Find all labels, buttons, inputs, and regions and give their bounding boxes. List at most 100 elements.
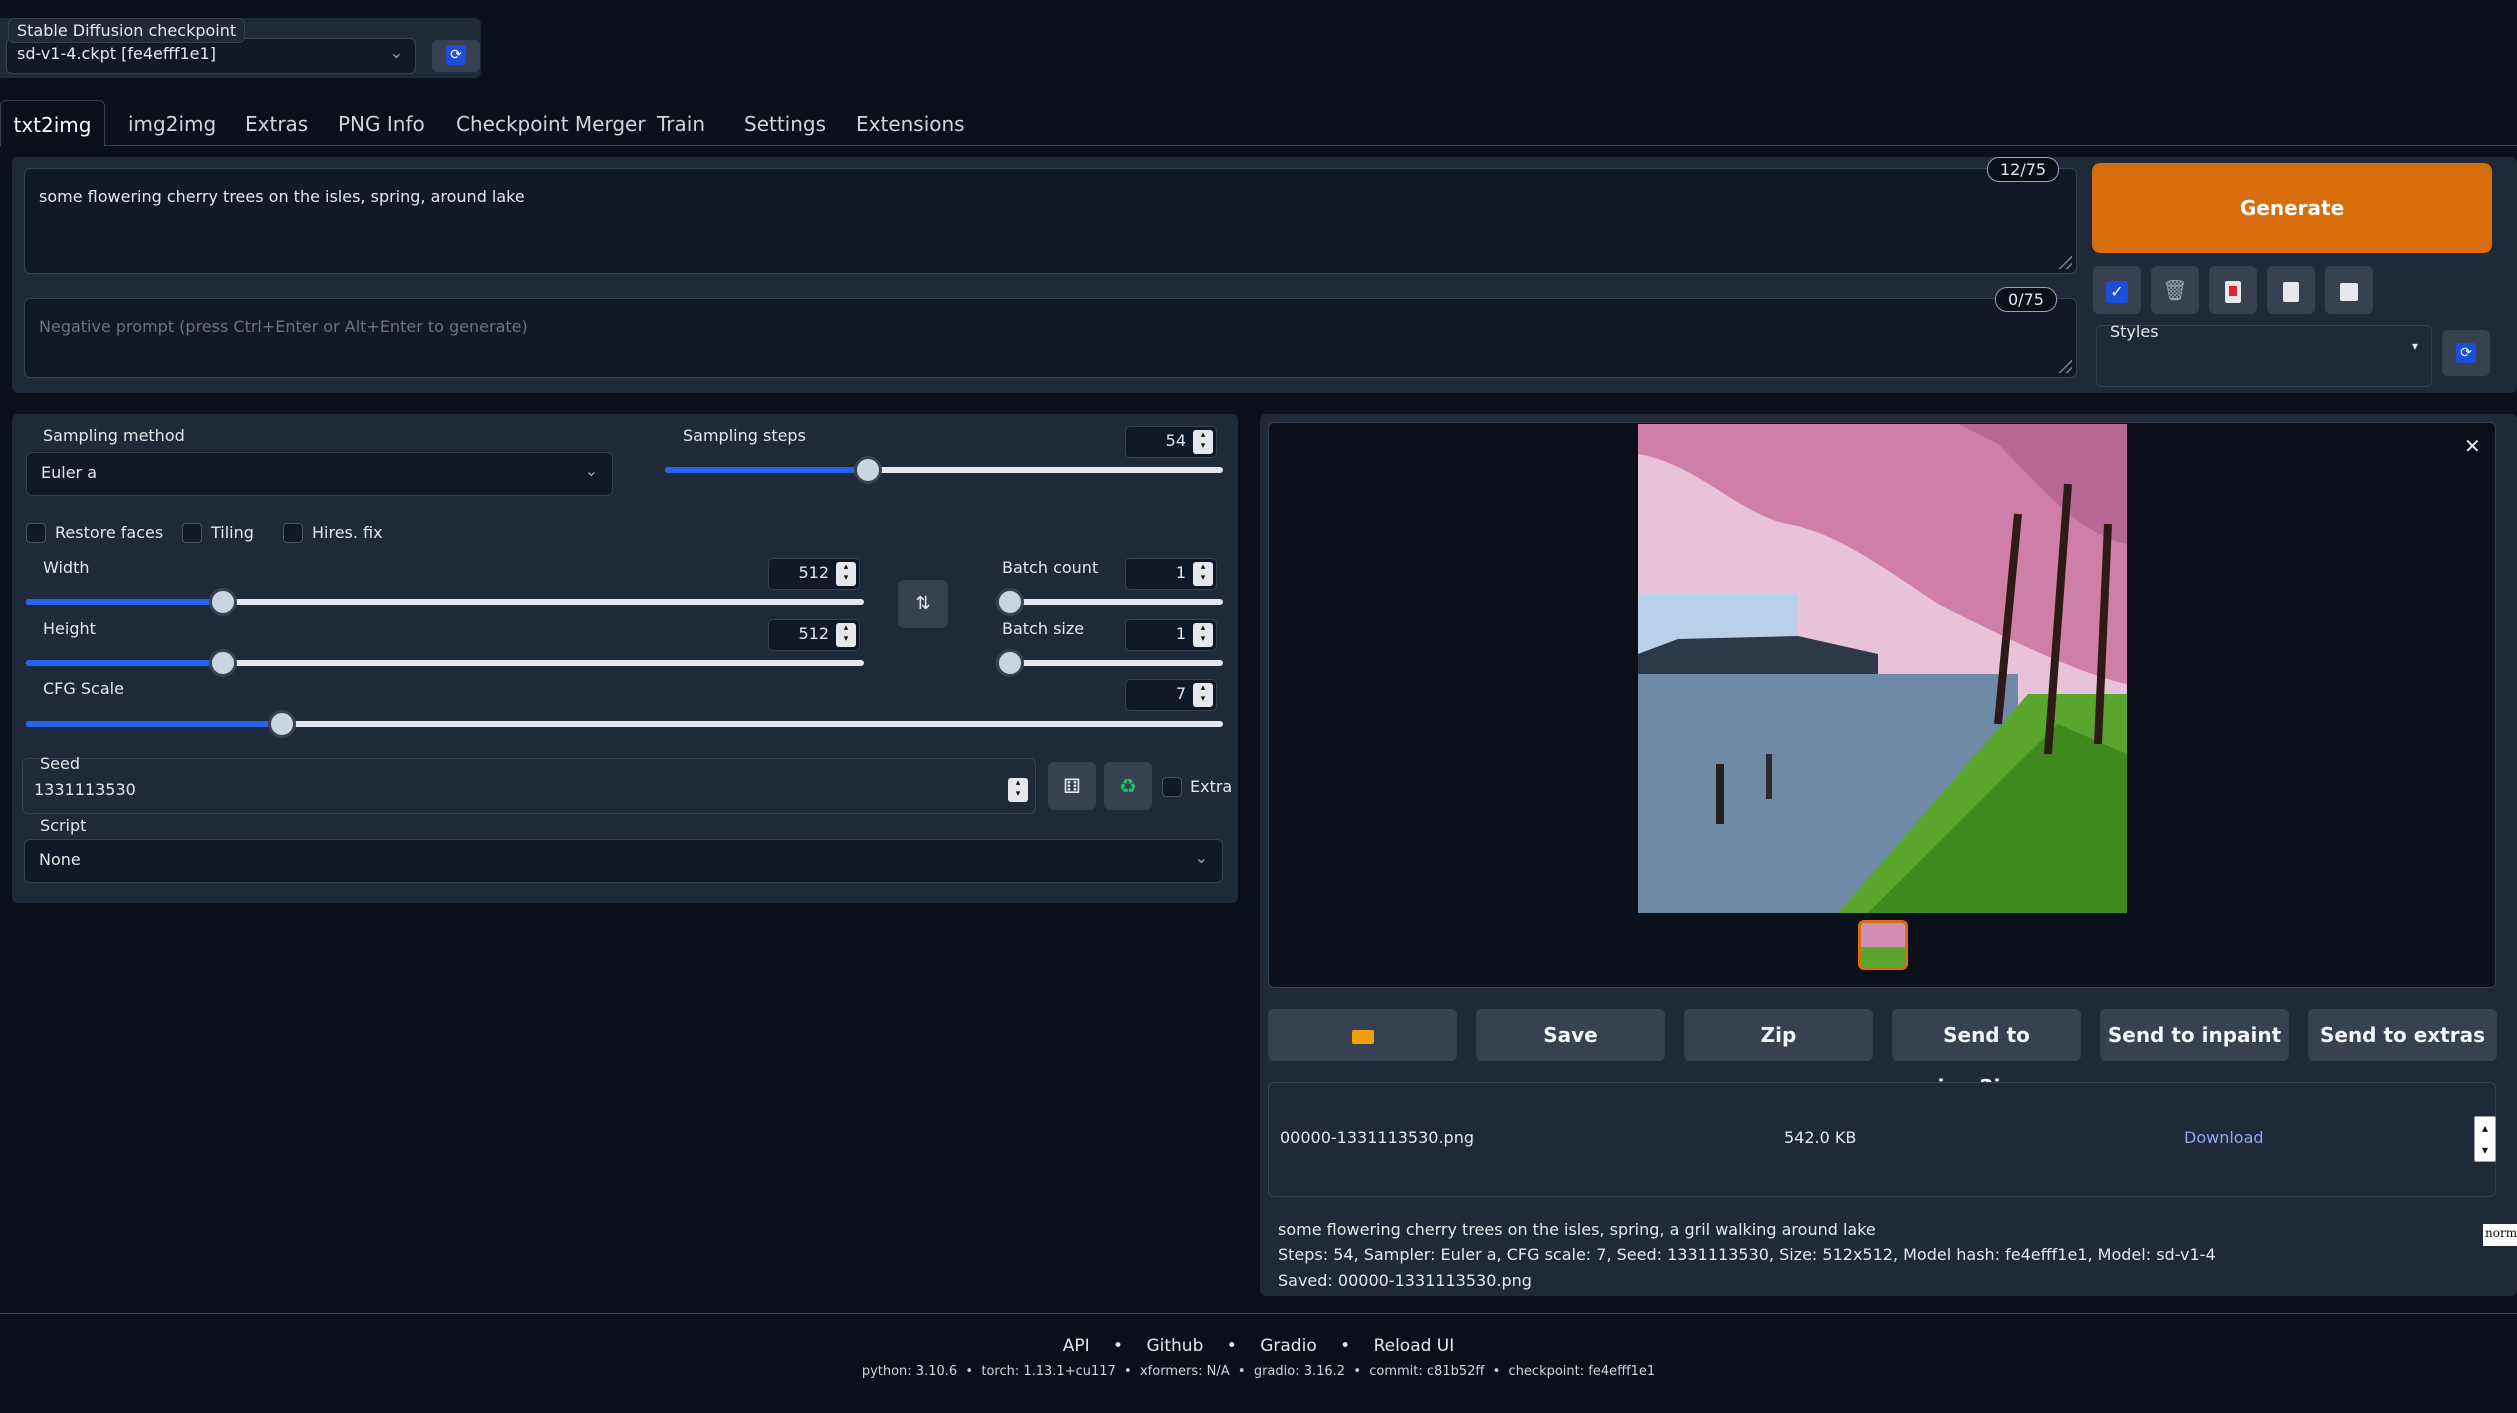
cfg-scale-input[interactable]: 7 ▴ ▾ xyxy=(1125,679,1217,711)
width-slider[interactable] xyxy=(26,588,864,616)
bookmark-icon xyxy=(2225,280,2241,303)
tab-train[interactable]: Train xyxy=(657,100,705,146)
seed-input[interactable]: 1331113530 ▴ ▾ xyxy=(34,778,1030,808)
slider-thumb[interactable] xyxy=(996,649,1024,677)
tab-img2img[interactable]: img2img xyxy=(128,100,216,146)
folder-icon xyxy=(1351,1029,1374,1044)
send-to-img2img-button[interactable]: Send to img2img xyxy=(1892,1009,2081,1099)
extra-seed-checkbox[interactable] xyxy=(1162,777,1182,797)
footer-link-github[interactable]: Github xyxy=(1146,1336,1203,1356)
resize-handle[interactable] xyxy=(2058,359,2072,373)
footer-links: API • Github • Gradio • Reload UI xyxy=(0,1336,2517,1356)
generated-image[interactable] xyxy=(1638,424,2127,913)
resize-handle[interactable] xyxy=(2058,255,2072,269)
download-link[interactable]: Download xyxy=(2184,1128,2264,1147)
footer-line xyxy=(0,1313,2517,1314)
swap-dimensions-button[interactable]: ⇅ xyxy=(898,580,948,628)
prompt-text: some flowering cherry trees on the isles… xyxy=(39,187,525,206)
slider-fill xyxy=(665,467,868,473)
reuse-seed-button[interactable]: ♻ xyxy=(1104,762,1152,810)
script-value: None xyxy=(39,850,81,869)
read-params-button[interactable] xyxy=(2209,266,2257,314)
batch-count-slider[interactable] xyxy=(996,588,1223,616)
width-input[interactable]: 512 ▴ ▾ xyxy=(768,558,860,590)
footer-link-api[interactable]: API xyxy=(1063,1336,1090,1356)
negative-prompt-input[interactable]: Negative prompt (press Ctrl+Enter or Alt… xyxy=(24,298,2077,378)
checkpoint-label: Stable Diffusion checkpoint xyxy=(8,18,246,43)
height-input[interactable]: 512 ▴ ▾ xyxy=(768,619,860,651)
stepper-icon[interactable]: ▴ ▾ xyxy=(836,562,856,586)
gallery-thumbnail[interactable] xyxy=(1858,920,1908,970)
batch-size-slider[interactable] xyxy=(996,649,1223,677)
stepper-icon[interactable]: ▴ ▾ xyxy=(1193,562,1213,586)
seed-value: 1331113530 xyxy=(34,780,136,799)
styles-label: Styles xyxy=(2110,322,2159,341)
send-to-extras-button[interactable]: Send to extras xyxy=(2308,1009,2497,1061)
tab-png-info[interactable]: PNG Info xyxy=(338,100,425,146)
batch-size-label: Batch size xyxy=(1002,619,1085,638)
slider-fill xyxy=(26,721,282,727)
sampling-steps-input[interactable]: 54 ▴ ▾ xyxy=(1125,426,1217,458)
clear-prompt-button[interactable]: 🗑 xyxy=(2151,266,2199,314)
tab-settings[interactable]: Settings xyxy=(744,100,826,146)
stepper-icon[interactable]: ▴ ▾ xyxy=(1193,430,1213,454)
zip-button[interactable]: Zip xyxy=(1684,1009,1873,1061)
tab-extras[interactable]: Extras xyxy=(245,100,308,146)
prompt-token-count: 12/75 xyxy=(1987,157,2060,182)
stepper-icon[interactable]: ▴ ▾ xyxy=(836,623,856,647)
generation-info-line3: Saved: 00000-1331113530.png xyxy=(1278,1271,1532,1290)
generate-button[interactable]: Generate xyxy=(2092,163,2492,253)
checkpoint-refresh-button[interactable]: ⟳ xyxy=(432,40,480,72)
random-seed-button[interactable]: ⚅ xyxy=(1048,762,1096,810)
save-style-button[interactable] xyxy=(2325,266,2373,314)
save-icon xyxy=(2340,282,2358,301)
save-button[interactable]: Save xyxy=(1476,1009,1665,1061)
script-dropdown[interactable]: None ⌄ xyxy=(24,839,1223,883)
cfg-scale-slider[interactable] xyxy=(26,710,1223,738)
bullet: • xyxy=(1340,1336,1351,1356)
batch-count-input[interactable]: 1 ▴ ▾ xyxy=(1125,558,1217,590)
open-folder-button[interactable] xyxy=(1268,1009,1457,1061)
chevron-down-icon: ⌄ xyxy=(389,43,403,62)
sampling-method-value: Euler a xyxy=(41,463,98,482)
slider-thumb[interactable] xyxy=(208,588,237,616)
swap-icon: ⇅ xyxy=(915,593,931,614)
extra-seed-label: Extra xyxy=(1190,777,1233,796)
stepper-icon[interactable]: ▴ ▾ xyxy=(1008,778,1028,802)
send-to-inpaint-button[interactable]: Send to inpaint xyxy=(2100,1009,2289,1061)
slider-fill xyxy=(26,660,223,666)
prompt-input[interactable]: some flowering cherry trees on the isles… xyxy=(24,168,2077,274)
slider-thumb[interactable] xyxy=(267,710,296,738)
sampling-method-dropdown[interactable]: Euler a ⌄ xyxy=(26,452,613,496)
footer-link-reload-ui[interactable]: Reload UI xyxy=(1374,1336,1455,1356)
checkpoint-dropdown[interactable]: sd-v1-4.ckpt [fe4efff1e1] ⌄ xyxy=(6,38,416,74)
close-icon[interactable]: ✕ xyxy=(2464,434,2481,458)
tab-extensions[interactable]: Extensions xyxy=(856,100,965,146)
show-extra-networks-button[interactable]: ✓ xyxy=(2093,266,2141,314)
clipboard-icon xyxy=(2283,281,2299,302)
stepper-icon[interactable]: ▴ ▾ xyxy=(1193,683,1213,707)
height-label: Height xyxy=(43,619,96,638)
apply-style-button[interactable] xyxy=(2267,266,2315,314)
hires-fix-checkbox[interactable] xyxy=(283,523,303,543)
slider-thumb[interactable] xyxy=(208,649,237,677)
file-size: 542.0 KB xyxy=(1784,1128,1857,1147)
tab-checkpoint-merger[interactable]: Checkpoint Merger xyxy=(456,100,646,146)
styles-dropdown[interactable]: ▾ xyxy=(2100,339,2426,381)
batch-size-input[interactable]: 1 ▴ ▾ xyxy=(1125,619,1217,651)
styles-refresh-button[interactable]: ⟳ xyxy=(2442,330,2490,376)
height-slider[interactable] xyxy=(26,649,864,677)
tab-txt2img[interactable]: txt2img xyxy=(0,100,105,146)
negative-prompt-placeholder: Negative prompt (press Ctrl+Enter or Alt… xyxy=(39,317,528,336)
file-list-scrollbar[interactable]: ▴ ▾ xyxy=(2474,1116,2496,1162)
footer-link-gradio[interactable]: Gradio xyxy=(1260,1336,1317,1356)
seed-label: Seed xyxy=(40,754,80,773)
slider-thumb[interactable] xyxy=(853,456,882,484)
stepper-icon[interactable]: ▴ ▾ xyxy=(1193,623,1213,647)
height-value: 512 xyxy=(798,624,829,643)
tiling-checkbox[interactable] xyxy=(182,523,202,543)
script-label: Script xyxy=(40,816,87,835)
sampling-steps-slider[interactable] xyxy=(665,456,1223,484)
slider-thumb[interactable] xyxy=(996,588,1024,616)
restore-faces-checkbox[interactable] xyxy=(26,523,46,543)
